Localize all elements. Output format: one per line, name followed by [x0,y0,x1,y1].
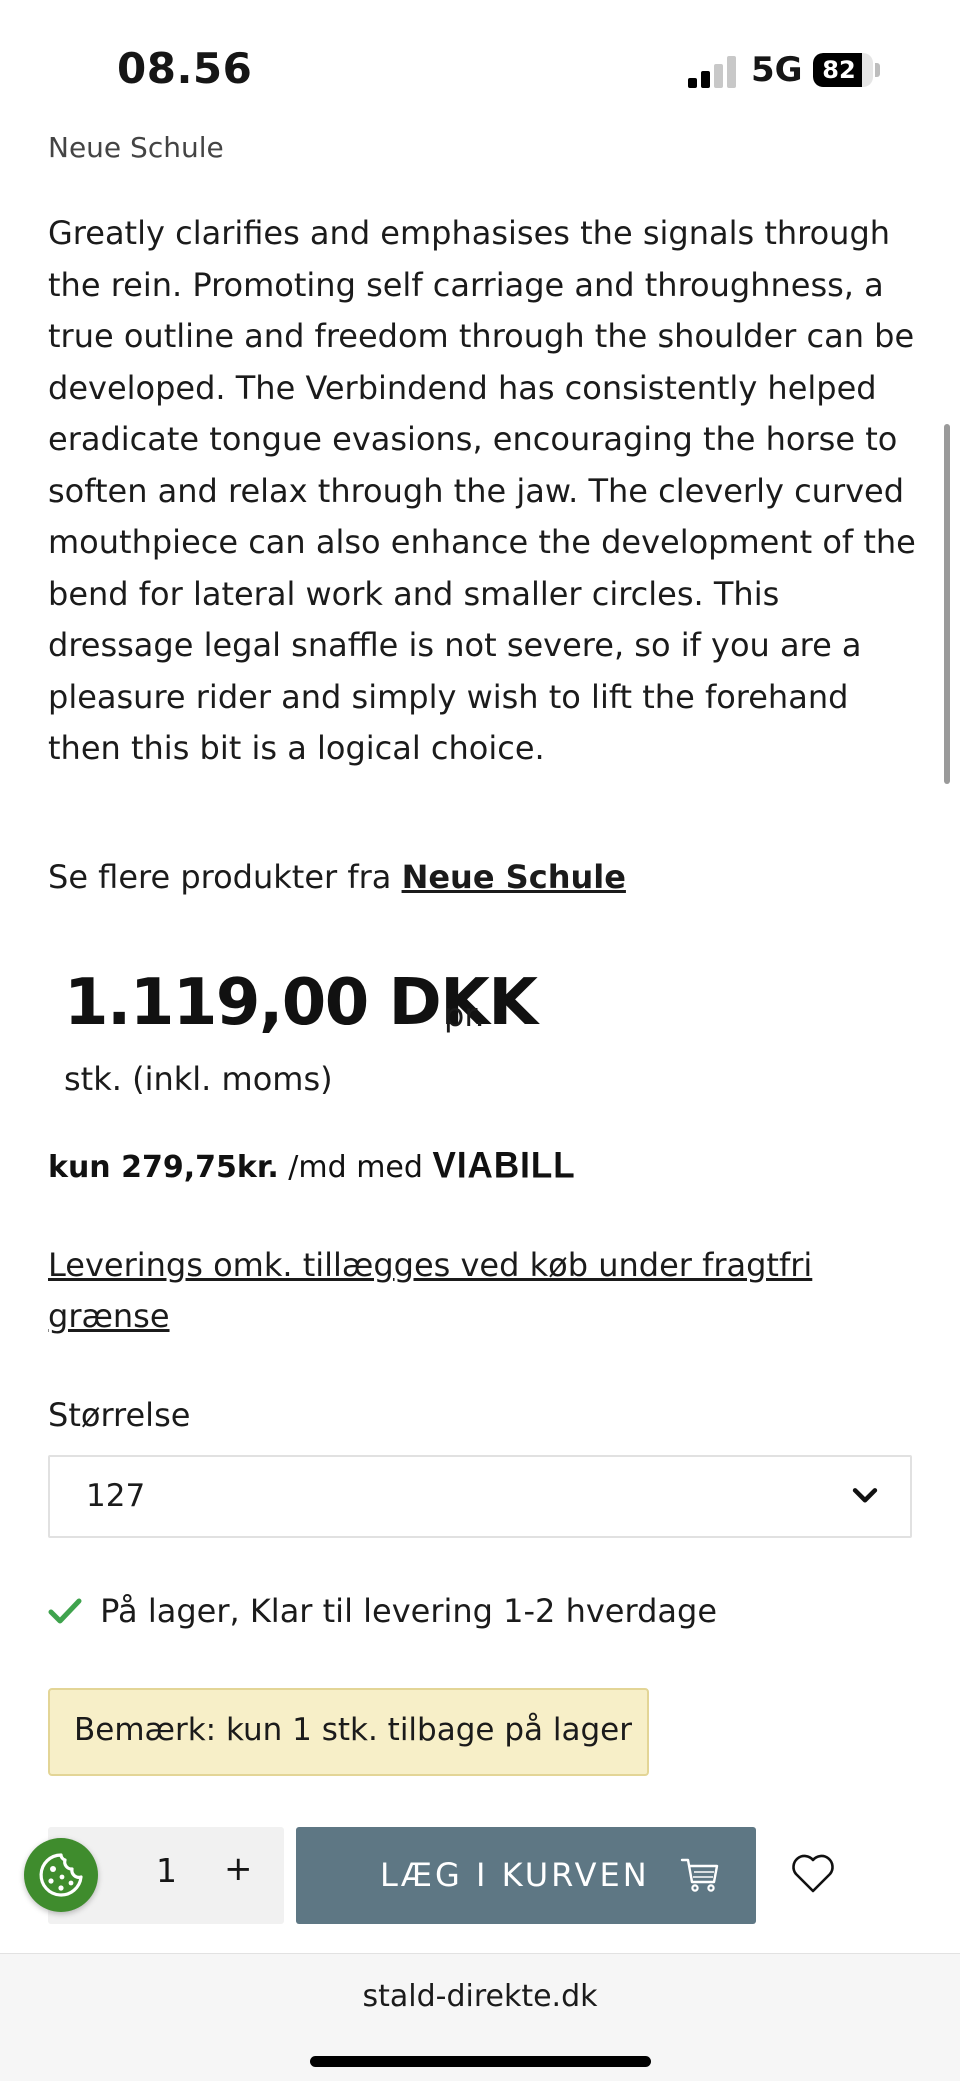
viabill-amount: kun 279,75kr. [48,1150,279,1185]
cart-icon [680,1858,719,1892]
low-stock-notice: Bemærk: kun 1 stk. tilbage på lager [48,1688,649,1776]
status-bar: 08.56 5G 82 [0,0,960,140]
add-to-cart-button[interactable]: LÆG I KURVEN [296,1827,756,1924]
price-unit: stk. (inkl. moms) [64,1060,333,1098]
low-stock-text: Bemærk: kun 1 stk. tilbage på lager [74,1712,632,1748]
brand-link[interactable]: Neue Schule [402,858,626,896]
check-icon [48,1598,82,1624]
add-to-cart-label: LÆG I KURVEN [380,1856,650,1894]
battery-level: 82 [822,56,856,84]
price-per: pr. [444,996,485,1034]
quantity-increase-button[interactable]: + [224,1849,253,1889]
signal-icon [688,56,738,88]
viabill-installment[interactable]: kun 279,75kr. /md med VIABILL [48,1145,576,1186]
home-indicator [310,2056,651,2067]
browser-bottom-bar: stald-direkte.dk [0,1953,960,2081]
size-select[interactable]: 127 [48,1455,912,1538]
brand-line: Se flere produkter fra Neue Schule [48,858,626,896]
delivery-time: Klar til levering 1-2 hverdage [249,1592,717,1630]
cookie-settings-button[interactable] [24,1838,98,1912]
size-selected-value: 127 [86,1478,146,1514]
size-label: Størrelse [48,1396,191,1434]
cookie-icon [39,1853,83,1897]
url-label[interactable]: stald-direkte.dk [0,1979,960,2014]
battery-tip [875,63,880,77]
quantity-value[interactable]: 1 [156,1851,177,1890]
battery-icon: 82 [813,53,873,87]
heart-icon[interactable] [790,1852,836,1894]
product-description: Greatly clarifies and emphasises the sig… [48,214,916,767]
viabill-logo: VIABILL [432,1145,576,1186]
brand-line-prefix: Se flere produkter fra [48,858,392,896]
stock-text: På lager, [100,1592,240,1630]
delivery-cost-link[interactable]: Leverings omk. tillægges ved køb under f… [48,1240,868,1342]
brand-name-top: Neue Schule [48,131,224,164]
page-scrollbar[interactable] [944,424,950,784]
chevron-down-icon [852,1488,878,1503]
stock-status: På lager, Klar til levering 1-2 hverdage [48,1592,717,1630]
status-time: 08.56 [117,44,253,93]
network-type: 5G [751,50,803,90]
viabill-middle: /md med [288,1150,423,1185]
